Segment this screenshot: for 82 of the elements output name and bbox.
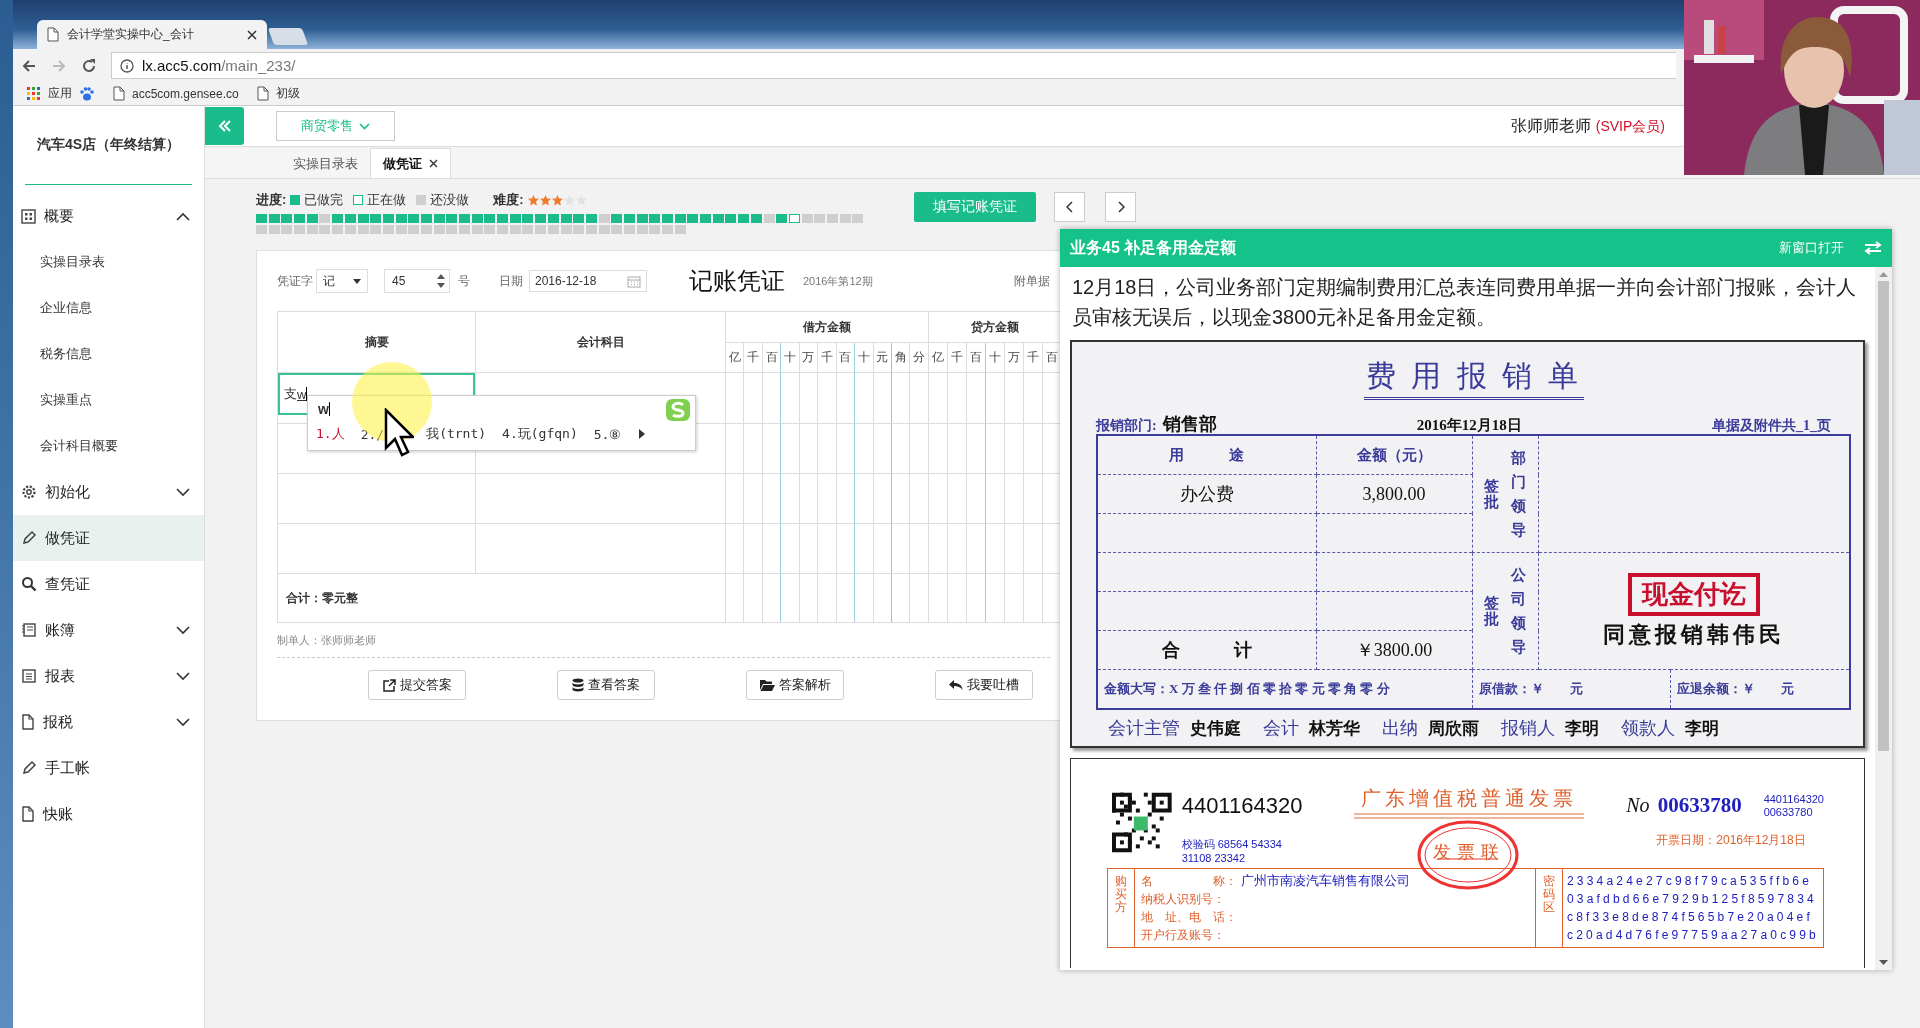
progress-label: 进度:	[256, 191, 287, 209]
digit-header: 百	[836, 342, 855, 373]
field-label: 纳税人识别号：	[1141, 890, 1225, 908]
digit-header: 元	[873, 342, 892, 373]
column-header: 摘要	[277, 311, 476, 373]
voucher-title: 记账凭证	[689, 266, 785, 296]
signature-role: 领款人	[1621, 717, 1675, 740]
signature-name: 李明	[1565, 718, 1599, 740]
field-label: 地 址、电 话：	[1141, 908, 1237, 926]
paid-stamp: 现金付讫	[1627, 572, 1760, 616]
page-count: 单据及附件共_1_页	[1712, 417, 1831, 435]
invoice-date: 开票日期：2016年12月18日	[1656, 832, 1806, 849]
field-label: 号	[458, 272, 470, 290]
company-name: 汽车4S店（年终结算）	[25, 106, 192, 185]
invoice-title: 广东增值税普通发票	[1361, 786, 1578, 811]
approver-label: 公司领导	[1511, 566, 1526, 657]
signature-name: 李明	[1685, 718, 1719, 740]
digit-header: 千	[817, 342, 837, 373]
digit-header: 万	[799, 342, 818, 373]
field-value: 销售部	[1162, 413, 1217, 436]
number-label: No	[1626, 794, 1650, 817]
digit-header: 亿	[928, 342, 948, 373]
field-label: 报销部门:	[1096, 417, 1157, 435]
digit-header: 百	[762, 342, 781, 373]
signature-name: 周欣雨	[1428, 718, 1479, 740]
voucher-period: 2016年第12期	[803, 273, 873, 289]
sign-label: 签批	[1484, 477, 1499, 511]
signature-role: 报销人	[1501, 717, 1555, 740]
signature-role: 会计	[1263, 717, 1299, 740]
form-title: 费 用 报 销 单	[1363, 356, 1584, 400]
user-name: 张师师老师 (SVIP会员)	[1511, 115, 1665, 136]
digit-header: 千	[743, 342, 763, 373]
digit-header: 十	[780, 342, 800, 373]
column-header: 会计科目	[475, 311, 726, 373]
check-code: 校验码 68564 54334 31108 23342	[1181, 837, 1283, 864]
digit-header: 千	[947, 342, 967, 373]
digit-header: 百	[966, 342, 986, 373]
invoice-number: 00633780	[1657, 793, 1742, 818]
total-label: 合计：零元整	[286, 590, 358, 605]
cipher-line: c8f33e8de874f565b7e20a04ef	[1566, 909, 1814, 926]
sign-label: 签批	[1484, 594, 1499, 628]
digit-header: 千	[1023, 342, 1043, 373]
maker-label: 制单人：张师师老师	[277, 623, 1050, 658]
field-label: 名 称：	[1141, 872, 1237, 890]
form-date: 2016年12月18日	[1416, 416, 1522, 435]
field-label: 开户行及账号：	[1141, 926, 1225, 944]
approval-note: 同意报销韩伟民	[1602, 620, 1785, 649]
digit-header: 分	[909, 342, 929, 373]
column-header: 金额（元）	[1316, 435, 1472, 475]
total-label: 合 计	[1097, 630, 1316, 670]
digit-header: 万	[1004, 342, 1024, 373]
field-value: 广州市南凌汽车销售有限公司	[1241, 872, 1410, 890]
cipher-line: c20ad4d76fe97759aa27a0c99b	[1566, 927, 1819, 944]
invoice-code: 4401164320	[1181, 793, 1304, 819]
legend-label: 还没做	[430, 191, 470, 209]
field-label: 日期	[499, 272, 523, 290]
table-cell: 办公费	[1097, 474, 1316, 514]
buyer-label: 购买方	[1108, 869, 1135, 947]
task-description: 12月18日，公司业务部门定期编制费用汇总表连同费用单据一并向会计部门报账，会计人员审核无误后，以现金3800元补足备用金定额。	[1071, 275, 1858, 330]
cipher-label: 密码区	[1535, 869, 1563, 947]
signature-name: 林芳华	[1309, 718, 1360, 740]
signature-role: 出纳	[1382, 717, 1418, 740]
column-header: 用 途	[1097, 435, 1316, 475]
signature-name: 史伟庭	[1190, 718, 1241, 740]
cipher-line: 03afdbd66e7929b125f8597834	[1566, 891, 1818, 908]
digit-header: 十	[985, 342, 1005, 373]
digit-header: 角	[891, 342, 910, 373]
difficulty-label: 难度:	[493, 191, 524, 209]
invoice-code-small: 4401164320 00633780	[1763, 793, 1824, 818]
cipher-line: 2334a24e27c98f79ca535ffb6e	[1566, 873, 1814, 890]
digit-header: 亿	[725, 342, 744, 373]
approver-label: 部门领导	[1511, 449, 1526, 540]
legend-label: 正在做	[367, 191, 407, 209]
column-header: 借方金额	[725, 311, 929, 343]
signature-role: 会计主管	[1108, 717, 1180, 740]
digit-header: 十	[854, 342, 873, 373]
field-label: 附单据	[1014, 272, 1050, 290]
legend-label: 已做完	[304, 191, 344, 209]
invoice-copy-label: 发票联	[1433, 841, 1506, 864]
ime-composition: w	[318, 401, 330, 417]
field-label: 凭证字	[277, 272, 313, 290]
task-title: 业务45 补足备用金定额	[1070, 237, 1238, 258]
